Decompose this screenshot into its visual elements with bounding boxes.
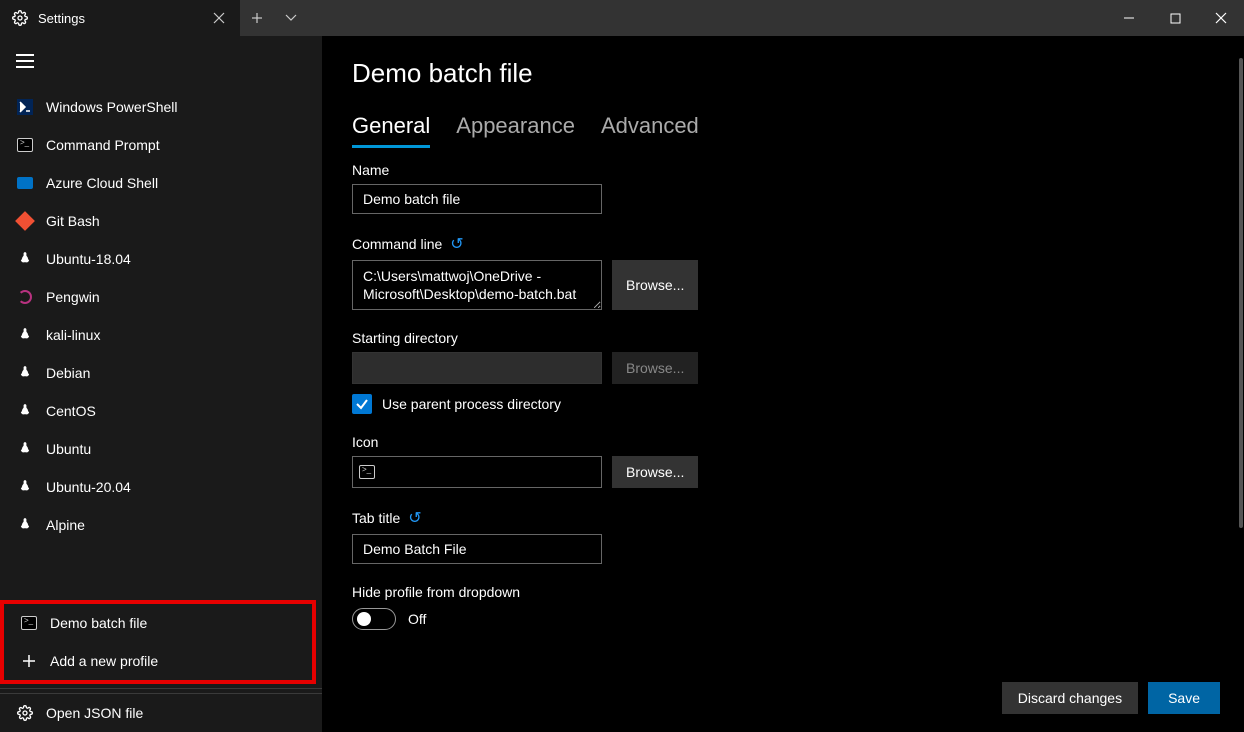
git-icon [16,212,34,230]
sidebar: Windows PowerShell Command Prompt Azure Cl… [0,36,322,732]
cmd-icon [20,614,38,632]
browse-command-line-button[interactable]: Browse... [612,260,698,310]
sidebar-item-2[interactable]: Azure Cloud Shell [0,164,322,202]
sidebar-open-json[interactable]: Open JSON file [0,694,322,732]
sidebar-item-label: Debian [46,365,90,381]
browse-icon-button[interactable]: Browse... [612,456,698,488]
linux-icon [16,440,34,458]
hide-profile-toggle[interactable] [352,608,396,630]
plus-icon [20,652,38,670]
page-title: Demo batch file [352,58,1214,89]
icon-input[interactable] [352,456,602,488]
powershell-icon [16,98,34,116]
sidebar-item-label: Pengwin [46,289,100,305]
starting-directory-input [352,352,602,384]
hamburger-button[interactable] [0,42,322,80]
discard-changes-button[interactable]: Discard changes [1002,682,1138,714]
command-line-input[interactable] [352,260,602,310]
sidebar-highlight-item-1[interactable]: Add a new profile [4,642,312,680]
sidebar-item-label: Open JSON file [46,705,143,721]
sidebar-item-8[interactable]: CentOS [0,392,322,430]
minimize-button[interactable] [1106,0,1152,36]
sidebar-item-label: CentOS [46,403,96,419]
settings-gear-icon [12,10,28,26]
sidebar-item-1[interactable]: Command Prompt [0,126,322,164]
sidebar-item-label: Git Bash [46,213,100,229]
scrollbar-track [1238,36,1244,596]
name-input[interactable] [352,184,602,214]
sidebar-item-7[interactable]: Debian [0,354,322,392]
sidebar-item-label: Demo batch file [50,615,147,631]
tab-title-label: Tab title [352,510,400,526]
tab-dropdown-button[interactable] [274,0,308,36]
highlighted-profiles: Demo batch file Add a new profile [0,600,316,684]
footer-buttons: Discard changes Save [1002,682,1220,714]
close-window-button[interactable] [1198,0,1244,36]
tab-appearance[interactable]: Appearance [456,113,575,148]
sidebar-item-label: Windows PowerShell [46,99,178,115]
tab-label: Settings [38,11,200,26]
sidebar-item-label: Ubuntu-20.04 [46,479,131,495]
linux-icon [16,516,34,534]
sidebar-item-4[interactable]: Ubuntu-18.04 [0,240,322,278]
sidebar-item-label: kali-linux [46,327,100,343]
scrollbar-thumb[interactable] [1239,58,1243,528]
use-parent-directory-label: Use parent process directory [382,396,561,412]
maximize-button[interactable] [1152,0,1198,36]
tab-advanced[interactable]: Advanced [601,113,699,148]
linux-icon [16,364,34,382]
window-controls [1106,0,1244,36]
new-tab-button[interactable] [240,0,274,36]
sidebar-item-10[interactable]: Ubuntu-20.04 [0,468,322,506]
use-parent-directory-checkbox[interactable] [352,394,372,414]
titlebar: Settings [0,0,1244,36]
reset-command-line-icon[interactable]: ↺ [450,234,463,254]
hamburger-icon [16,54,34,68]
reset-tab-title-icon[interactable]: ↺ [408,508,421,528]
sidebar-item-label: Alpine [46,517,85,533]
save-button[interactable]: Save [1148,682,1220,714]
sidebar-item-label: Add a new profile [50,653,158,669]
content-tabs: General Appearance Advanced [352,113,1214,148]
tab-settings[interactable]: Settings [0,0,240,36]
sidebar-highlight-item-0[interactable]: Demo batch file [4,604,312,642]
command-line-label: Command line [352,236,442,252]
sidebar-item-label: Command Prompt [46,137,160,153]
browse-starting-directory-button: Browse... [612,352,698,384]
sidebar-item-label: Azure Cloud Shell [46,175,158,191]
sidebar-item-label: Ubuntu [46,441,91,457]
azure-icon [16,174,34,192]
linux-icon [16,250,34,268]
pengwin-icon [16,288,34,306]
name-label: Name [352,162,1214,178]
sidebar-item-3[interactable]: Git Bash [0,202,322,240]
tab-title-input[interactable] [352,534,602,564]
hide-profile-label: Hide profile from dropdown [352,584,1214,600]
gear-icon [16,704,34,722]
linux-icon [16,478,34,496]
sidebar-item-label: Ubuntu-18.04 [46,251,131,267]
sidebar-item-6[interactable]: kali-linux [0,316,322,354]
sidebar-item-5[interactable]: Pengwin [0,278,322,316]
linux-icon [16,326,34,344]
content-pane: Demo batch file General Appearance Advan… [322,36,1244,732]
starting-directory-label: Starting directory [352,330,1214,346]
tab-close-button[interactable] [210,9,228,27]
cmd-icon [359,465,375,479]
hide-profile-state: Off [408,611,426,627]
sidebar-item-0[interactable]: Windows PowerShell [0,88,322,126]
tab-general[interactable]: General [352,113,430,148]
icon-label: Icon [352,434,1214,450]
cmd-icon [16,136,34,154]
sidebar-item-9[interactable]: Ubuntu [0,430,322,468]
sidebar-item-11[interactable]: Alpine [0,506,322,544]
linux-icon [16,402,34,420]
